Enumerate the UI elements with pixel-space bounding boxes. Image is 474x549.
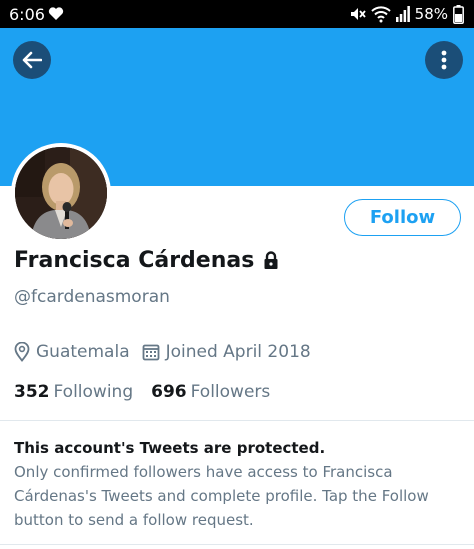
signal-icon	[395, 6, 410, 22]
follow-button[interactable]: Follow	[344, 199, 461, 236]
protected-notice: This account's Tweets are protected. Onl…	[14, 436, 464, 532]
following-label: Following	[53, 382, 134, 402]
following-number: 352	[14, 382, 50, 402]
follow-counts: 352 Following 696 Followers	[14, 382, 270, 402]
heart-icon	[48, 7, 64, 20]
mute-icon	[350, 8, 366, 20]
battery-icon	[453, 4, 464, 24]
avatar-photo	[15, 147, 107, 239]
status-bar: 6:06 58%	[0, 0, 474, 28]
profile-meta: Guatemala Joined April 2018	[14, 342, 311, 362]
location-pin-icon	[14, 342, 30, 362]
status-icons: 58%	[348, 4, 464, 24]
name-row: Francisca Cárdenas	[14, 248, 280, 273]
back-button[interactable]	[13, 41, 51, 79]
battery-percent: 58%	[414, 5, 448, 23]
followers-number: 696	[151, 382, 187, 402]
joined-date: Joined April 2018	[142, 342, 311, 362]
joined-text: Joined April 2018	[165, 342, 311, 362]
protected-title: This account's Tweets are protected.	[14, 439, 326, 457]
divider	[0, 420, 474, 421]
more-options-button[interactable]	[425, 41, 463, 79]
back-arrow-icon	[22, 51, 42, 69]
protected-body: Only confirmed followers have access to …	[14, 463, 429, 529]
handle: @fcardenasmoran	[14, 287, 170, 307]
followers-count[interactable]: 696 Followers	[151, 382, 270, 402]
status-time: 6:06	[9, 5, 45, 24]
bottom-divider	[0, 544, 474, 545]
lock-icon	[264, 251, 278, 269]
calendar-icon	[142, 344, 160, 361]
more-vertical-icon	[441, 50, 447, 70]
wifi-icon	[370, 6, 391, 23]
avatar[interactable]	[15, 147, 107, 239]
location-text: Guatemala	[36, 342, 130, 362]
location: Guatemala	[14, 342, 130, 362]
display-name: Francisca Cárdenas	[14, 248, 255, 273]
following-count[interactable]: 352 Following	[14, 382, 133, 402]
followers-label: Followers	[190, 382, 271, 402]
